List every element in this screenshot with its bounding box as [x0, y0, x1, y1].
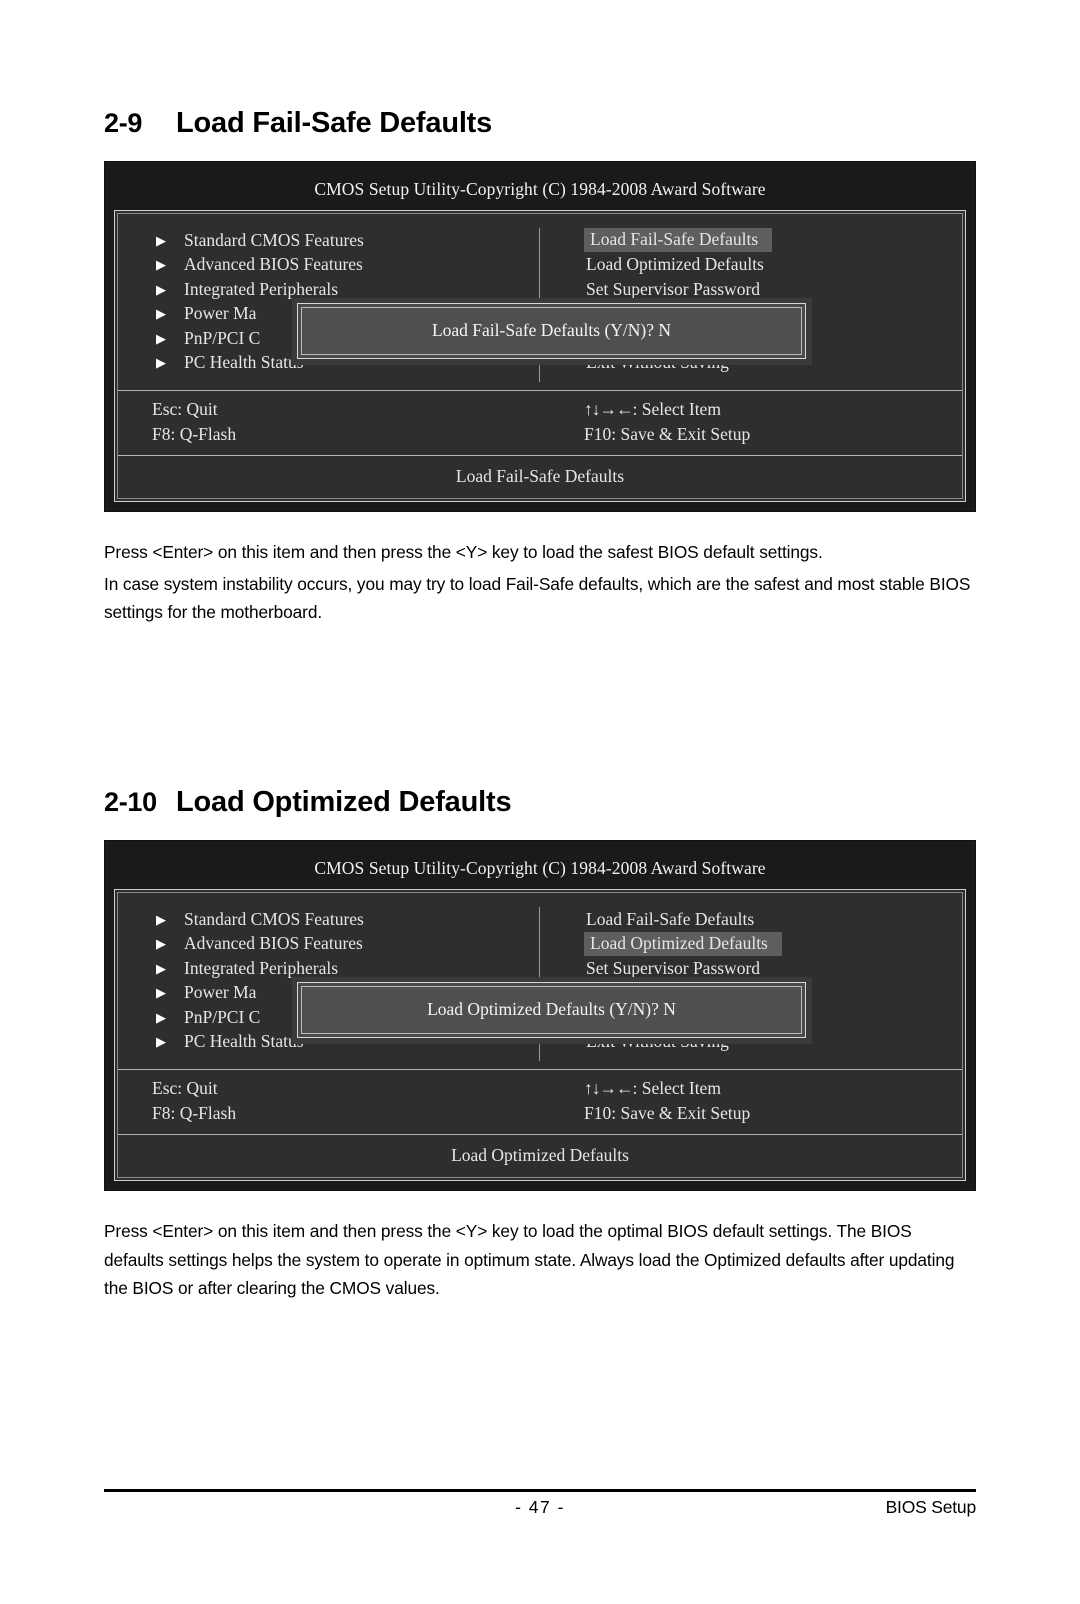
triangle-right-icon: ▶ [156, 232, 166, 248]
paragraph-fail-safe-2: In case system instability occurs, you m… [104, 573, 971, 623]
key-select-item-label: : Select Item [632, 1078, 721, 1098]
bios-status-bar: Load Optimized Defaults [118, 1134, 962, 1177]
menu-item-standard-cmos-features[interactable]: ▶ Standard CMOS Features [156, 907, 539, 932]
menu-item-label: Power Ma [184, 982, 257, 1003]
key-f8-qflash: F8: Q-Flash [152, 1103, 237, 1123]
document-page: 2-9 Load Fail-Safe Defaults CMOS Setup U… [0, 0, 1080, 1604]
key-help-row: Esc: Quit ↑↓→←: Select Item [118, 397, 962, 422]
bios-status-bar: Load Fail-Safe Defaults [118, 455, 962, 498]
bios-title-bar: CMOS Setup Utility-Copyright (C) 1984-20… [314, 858, 766, 878]
menu-item-label: Load Fail-Safe Defaults [584, 228, 773, 253]
triangle-right-icon: ▶ [156, 355, 166, 371]
triangle-right-icon: ▶ [156, 936, 166, 952]
bios-frame-inner: ▶ Standard CMOS Features ▶ Advanced BIOS… [117, 213, 963, 499]
menu-item-label: Power Ma [184, 303, 257, 324]
key-help-row: F8: Q-Flash F10: Save & Exit Setup [118, 1101, 962, 1126]
triangle-right-icon: ▶ [156, 330, 166, 346]
section-title: Load Fail-Safe Defaults [176, 107, 493, 139]
menu-item-label: Load Fail-Safe Defaults [586, 908, 755, 929]
bios-key-help-bar: Esc: Quit ↑↓→←: Select Item F8: Q-Flash … [118, 390, 962, 455]
triangle-right-icon: ▶ [156, 306, 166, 322]
triangle-right-icon: ▶ [156, 960, 166, 976]
section-2-9: 2-9 Load Fail-Safe Defaults CMOS Setup U… [104, 107, 976, 627]
bios-outer-padding: CMOS Setup Utility-Copyright (C) 1984-20… [111, 847, 969, 1184]
paragraph-fail-safe-1: Press <Enter> on this item and then pres… [104, 542, 823, 562]
menu-item-label: Advanced BIOS Features [184, 933, 363, 954]
key-select-item-label: : Select Item [632, 399, 721, 419]
key-f10-save-exit: F10: Save & Exit Setup [584, 1103, 751, 1123]
arrow-keys-icon: ↑↓→← [584, 1078, 633, 1098]
confirm-dialog-optimized: Load Optimized Defaults (Y/N)? N [292, 977, 812, 1044]
menu-item-label: Advanced BIOS Features [184, 254, 363, 275]
footer: - 47 - BIOS Setup [104, 1497, 976, 1518]
menu-item-label: Load Optimized Defaults [586, 254, 764, 275]
triangle-right-icon: ▶ [156, 1034, 166, 1050]
section-heading: 2-9 Load Fail-Safe Defaults [104, 107, 976, 140]
triangle-right-icon: ▶ [156, 257, 166, 273]
menu-item-load-optimized-defaults[interactable]: Load Optimized Defaults [584, 931, 962, 957]
menu-item-advanced-bios-features[interactable]: ▶ Advanced BIOS Features [156, 253, 539, 278]
triangle-right-icon: ▶ [156, 1009, 166, 1025]
section-number: 2-10 [104, 787, 157, 817]
menu-item-standard-cmos-features[interactable]: ▶ Standard CMOS Features [156, 228, 539, 253]
dialog-prompt-text[interactable]: Load Optimized Defaults (Y/N)? N [301, 986, 802, 1034]
triangle-right-icon: ▶ [156, 985, 166, 1001]
bios-key-help-bar: Esc: Quit ↑↓→←: Select Item F8: Q-Flash … [118, 1069, 962, 1134]
section-2-10: 2-10 Load Optimized Defaults CMOS Setup … [104, 786, 976, 1303]
key-f8-qflash: F8: Q-Flash [152, 424, 237, 444]
menu-item-label: Load Optimized Defaults [584, 931, 782, 956]
key-select-item: ↑↓→←: Select Item [540, 1078, 962, 1099]
menu-item-label: Standard CMOS Features [184, 908, 364, 929]
dialog-prompt-text[interactable]: Load Fail-Safe Defaults (Y/N)? N [301, 307, 802, 355]
page-number: - 47 - [515, 1497, 565, 1517]
key-esc-quit: Esc: Quit [152, 1078, 218, 1098]
key-help-row: F8: Q-Flash F10: Save & Exit Setup [118, 422, 962, 447]
key-esc-quit: Esc: Quit [152, 399, 218, 419]
menu-item-load-fail-safe-defaults[interactable]: Load Fail-Safe Defaults [584, 907, 962, 932]
bios-menu-area: ▶ Standard CMOS Features ▶ Advanced BIOS… [118, 893, 962, 1069]
key-help-row: Esc: Quit ↑↓→←: Select Item [118, 1076, 962, 1101]
arrow-keys-icon: ↑↓→← [584, 399, 633, 419]
section-heading: 2-10 Load Optimized Defaults [104, 786, 976, 819]
triangle-right-icon: ▶ [156, 911, 166, 927]
bios-title-bar: CMOS Setup Utility-Copyright (C) 1984-20… [314, 179, 766, 199]
footer-divider [104, 1489, 976, 1492]
key-select-item: ↑↓→←: Select Item [540, 399, 962, 420]
section-number: 2-9 [104, 108, 143, 138]
bios-screenshot-optimized: CMOS Setup Utility-Copyright (C) 1984-20… [104, 840, 976, 1191]
menu-item-label: PnP/PCI C [184, 327, 261, 348]
key-f10-save-exit: F10: Save & Exit Setup [584, 424, 751, 444]
menu-item-label: PnP/PCI C [184, 1006, 261, 1027]
paragraph-optimized-1: Press <Enter> on this item and then pres… [104, 1221, 955, 1298]
menu-item-label: Standard CMOS Features [184, 229, 364, 250]
bios-frame-inner: ▶ Standard CMOS Features ▶ Advanced BIOS… [117, 892, 963, 1178]
dialog-border-outer: Load Optimized Defaults (Y/N)? N [297, 982, 806, 1038]
triangle-right-icon: ▶ [156, 281, 166, 297]
menu-item-load-optimized-defaults[interactable]: Load Optimized Defaults [584, 253, 962, 278]
bios-outer-padding: CMOS Setup Utility-Copyright (C) 1984-20… [111, 168, 969, 505]
menu-item-label: PC Health Status [184, 1031, 304, 1052]
bios-frame-outer: ▶ Standard CMOS Features ▶ Advanced BIOS… [114, 210, 966, 502]
confirm-dialog-fail-safe: Load Fail-Safe Defaults (Y/N)? N [292, 298, 812, 365]
menu-item-load-fail-safe-defaults[interactable]: Load Fail-Safe Defaults [584, 228, 962, 253]
dialog-border-outer: Load Fail-Safe Defaults (Y/N)? N [297, 303, 806, 359]
bios-frame-outer: ▶ Standard CMOS Features ▶ Advanced BIOS… [114, 889, 966, 1181]
section-title: Load Optimized Defaults [176, 786, 512, 818]
menu-item-advanced-bios-features[interactable]: ▶ Advanced BIOS Features [156, 932, 539, 957]
bios-screenshot-fail-safe: CMOS Setup Utility-Copyright (C) 1984-20… [104, 161, 976, 512]
menu-item-label: PC Health Status [184, 352, 304, 373]
bios-menu-area: ▶ Standard CMOS Features ▶ Advanced BIOS… [118, 214, 962, 390]
